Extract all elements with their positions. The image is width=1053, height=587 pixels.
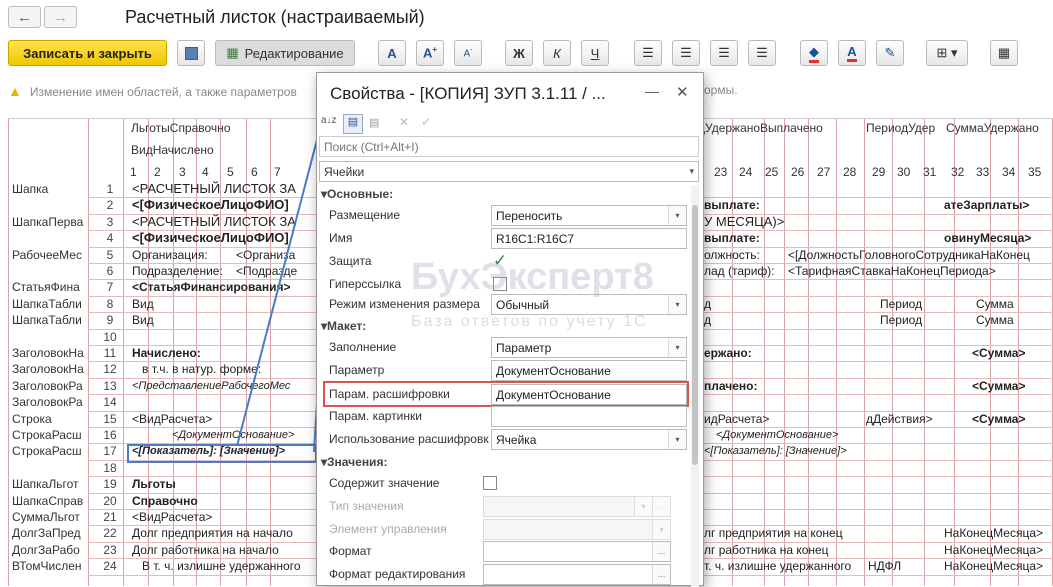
close-button[interactable]: ✕ — [676, 83, 689, 101]
section-main[interactable]: ▾Основные: — [321, 187, 393, 201]
prop-format[interactable]: Формат… — [317, 540, 689, 563]
fill-select[interactable]: Параметр ▾ — [491, 337, 687, 358]
ellipsis-icon: … — [652, 497, 670, 516]
check-icon: ✓ — [421, 115, 432, 129]
prop-parameter[interactable]: Параметр ДокументОснование — [317, 359, 689, 382]
prop-value-type: Тип значения ▾… — [317, 495, 689, 518]
dialog-title: Свойства - [КОПИЯ] ЗУП 3.1.11 / ... — [330, 84, 606, 103]
contains-value-checkbox[interactable] — [483, 476, 497, 490]
chevron-down-icon: ▾ — [668, 295, 686, 314]
parameter-field[interactable]: ДокументОснование — [491, 360, 687, 381]
search-input[interactable] — [319, 136, 699, 157]
apply-button[interactable]: ✓ — [421, 115, 431, 129]
filter-button[interactable]: ▤ — [369, 116, 379, 129]
ellipsis-icon: … — [652, 565, 670, 584]
chevron-down-icon: ▾ — [668, 338, 686, 357]
value-type-field: ▾… — [483, 496, 671, 517]
sort-az-icon: a↓z — [321, 115, 337, 126]
section-values[interactable]: ▾Значения: — [321, 455, 387, 469]
categorized-button[interactable]: ▤ — [343, 114, 363, 134]
prop-name[interactable]: Имя R16C1:R16C7 — [317, 227, 689, 250]
categorized-icon: ▤ — [347, 116, 359, 128]
prop-decode-use[interactable]: Использование расшифровки Ячейка ▾ — [317, 428, 689, 451]
decode-use-select[interactable]: Ячейка ▾ — [491, 429, 687, 450]
prop-decode-param[interactable]: Парам. расшифровки ДокументОснование — [323, 381, 689, 407]
object-type-select[interactable]: Ячейки ▾ — [319, 161, 699, 182]
filter-icon: ▤ — [369, 117, 380, 129]
prop-fill[interactable]: Заполнение Параметр ▾ — [317, 336, 689, 359]
clear-button[interactable]: ✕ — [399, 115, 409, 129]
properties-dialog: Свойства - [КОПИЯ] ЗУП 3.1.11 / ... — ✕ … — [316, 72, 704, 587]
properties-scrollbar[interactable] — [691, 185, 699, 587]
scrollbar-thumb[interactable] — [692, 205, 698, 465]
format-field[interactable]: … — [483, 541, 671, 562]
prop-contains-value[interactable]: Содержит значение — [317, 472, 689, 495]
minimize-button[interactable]: — — [645, 83, 659, 99]
prop-picture-param[interactable]: Парам. картинки — [317, 405, 689, 428]
name-field[interactable]: R16C1:R16C7 — [491, 228, 687, 249]
placement-select[interactable]: Переносить ▾ — [491, 205, 687, 226]
chevron-down-icon: ▾ — [668, 206, 686, 225]
edit-format-field[interactable]: … — [483, 564, 671, 585]
chevron-down-icon: ▾ — [634, 497, 652, 516]
picture-param-field[interactable] — [491, 406, 687, 427]
prop-edit-format[interactable]: Формат редактирования… — [317, 563, 689, 586]
decode-param-field[interactable]: ДокументОснование — [491, 384, 687, 405]
watermark-brand: БухЭксперт8 — [411, 256, 654, 298]
chevron-down-icon: ▾ — [689, 166, 694, 176]
section-layout[interactable]: ▾Макет: — [321, 319, 366, 333]
properties-list: ▾Основные: Размещение Переносить ▾ Имя R16C… — [317, 185, 689, 587]
clear-icon: ✕ — [399, 115, 410, 129]
selected-cell-highlight — [127, 444, 317, 463]
sort-az-button[interactable]: a↓z — [321, 115, 341, 135]
close-icon: ✕ — [676, 84, 689, 101]
chevron-down-icon: ▾ — [652, 520, 670, 539]
chevron-down-icon: ▾ — [668, 430, 686, 449]
ellipsis-icon: … — [652, 542, 670, 561]
prop-placement[interactable]: Размещение Переносить ▾ — [317, 204, 689, 227]
watermark-tagline: База ответов по учету 1С — [411, 313, 648, 330]
control-field: ▾ — [483, 519, 671, 540]
prop-control: Элемент управления ▾ — [317, 518, 689, 541]
